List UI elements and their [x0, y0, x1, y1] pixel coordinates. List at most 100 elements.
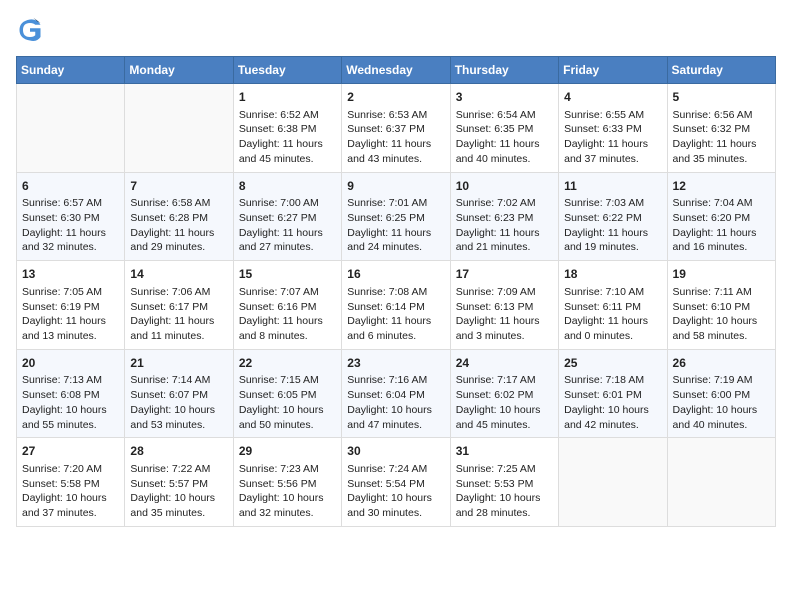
calendar-cell: 2Sunrise: 6:53 AMSunset: 6:37 PMDaylight…	[342, 84, 450, 173]
day-info: Sunset: 6:20 PM	[673, 211, 770, 226]
day-info: Daylight: 11 hours and 0 minutes.	[564, 314, 661, 343]
day-info: Sunrise: 6:53 AM	[347, 108, 444, 123]
calendar-cell: 15Sunrise: 7:07 AMSunset: 6:16 PMDayligh…	[233, 261, 341, 350]
day-info: Daylight: 10 hours and 42 minutes.	[564, 403, 661, 432]
calendar-cell: 9Sunrise: 7:01 AMSunset: 6:25 PMDaylight…	[342, 172, 450, 261]
day-info: Daylight: 10 hours and 47 minutes.	[347, 403, 444, 432]
day-info: Sunrise: 7:00 AM	[239, 196, 336, 211]
day-info: Daylight: 10 hours and 55 minutes.	[22, 403, 119, 432]
day-info: Sunset: 6:08 PM	[22, 388, 119, 403]
day-info: Sunset: 5:54 PM	[347, 477, 444, 492]
page-header	[16, 16, 776, 44]
day-number: 30	[347, 443, 444, 460]
day-info: Sunset: 6:11 PM	[564, 300, 661, 315]
day-number: 1	[239, 89, 336, 106]
day-number: 22	[239, 355, 336, 372]
day-info: Sunset: 6:19 PM	[22, 300, 119, 315]
day-info: Daylight: 11 hours and 27 minutes.	[239, 226, 336, 255]
day-info: Sunrise: 7:06 AM	[130, 285, 227, 300]
calendar-header: SundayMondayTuesdayWednesdayThursdayFrid…	[17, 57, 776, 84]
day-number: 16	[347, 266, 444, 283]
day-info: Sunrise: 7:02 AM	[456, 196, 553, 211]
day-info: Sunrise: 7:16 AM	[347, 373, 444, 388]
logo-icon	[16, 16, 44, 44]
weekday-header-friday: Friday	[559, 57, 667, 84]
day-info: Sunrise: 6:57 AM	[22, 196, 119, 211]
day-info: Daylight: 11 hours and 35 minutes.	[673, 137, 770, 166]
day-info: Sunset: 5:58 PM	[22, 477, 119, 492]
day-info: Sunset: 6:38 PM	[239, 122, 336, 137]
day-number: 20	[22, 355, 119, 372]
day-info: Sunset: 6:13 PM	[456, 300, 553, 315]
day-info: Sunrise: 7:03 AM	[564, 196, 661, 211]
day-info: Sunrise: 7:14 AM	[130, 373, 227, 388]
day-number: 23	[347, 355, 444, 372]
day-number: 3	[456, 89, 553, 106]
day-info: Sunrise: 6:58 AM	[130, 196, 227, 211]
calendar-cell: 31Sunrise: 7:25 AMSunset: 5:53 PMDayligh…	[450, 438, 558, 527]
day-info: Daylight: 10 hours and 28 minutes.	[456, 491, 553, 520]
day-info: Sunrise: 7:04 AM	[673, 196, 770, 211]
day-info: Daylight: 10 hours and 58 minutes.	[673, 314, 770, 343]
day-info: Sunset: 6:37 PM	[347, 122, 444, 137]
day-info: Sunset: 6:01 PM	[564, 388, 661, 403]
calendar-cell: 28Sunrise: 7:22 AMSunset: 5:57 PMDayligh…	[125, 438, 233, 527]
day-info: Daylight: 11 hours and 3 minutes.	[456, 314, 553, 343]
calendar-cell	[125, 84, 233, 173]
day-info: Sunset: 6:27 PM	[239, 211, 336, 226]
day-info: Sunset: 6:30 PM	[22, 211, 119, 226]
day-number: 25	[564, 355, 661, 372]
calendar-cell: 8Sunrise: 7:00 AMSunset: 6:27 PMDaylight…	[233, 172, 341, 261]
weekday-header-monday: Monday	[125, 57, 233, 84]
day-info: Daylight: 10 hours and 50 minutes.	[239, 403, 336, 432]
calendar-cell: 14 Sunrise: 7:06 AMSunset: 6:17 PMDayligh…	[125, 261, 233, 350]
day-number: 14	[130, 266, 227, 283]
calendar-cell: 17Sunrise: 7:09 AMSunset: 6:13 PMDayligh…	[450, 261, 558, 350]
day-info: Sunrise: 7:08 AM	[347, 285, 444, 300]
calendar-cell	[559, 438, 667, 527]
day-number: 9	[347, 178, 444, 195]
day-info: Daylight: 11 hours and 16 minutes.	[673, 226, 770, 255]
calendar-cell	[17, 84, 125, 173]
day-info: Sunrise: 6:55 AM	[564, 108, 661, 123]
day-info: Daylight: 11 hours and 19 minutes.	[564, 226, 661, 255]
day-info: Sunset: 6:17 PM	[130, 300, 227, 315]
day-number: 11	[564, 178, 661, 195]
day-info: Daylight: 11 hours and 32 minutes.	[22, 226, 119, 255]
day-info: Daylight: 11 hours and 13 minutes.	[22, 314, 119, 343]
day-number: 21	[130, 355, 227, 372]
day-info: Sunrise: 7:25 AM	[456, 462, 553, 477]
day-info: Sunset: 6:07 PM	[130, 388, 227, 403]
day-info: Daylight: 10 hours and 40 minutes.	[673, 403, 770, 432]
day-info: Daylight: 11 hours and 29 minutes.	[130, 226, 227, 255]
day-number: 4	[564, 89, 661, 106]
day-info: Sunrise: 7:15 AM	[239, 373, 336, 388]
calendar-cell: 23Sunrise: 7:16 AMSunset: 6:04 PMDayligh…	[342, 349, 450, 438]
day-number: 6	[22, 178, 119, 195]
calendar-cell: 22Sunrise: 7:15 AMSunset: 6:05 PMDayligh…	[233, 349, 341, 438]
calendar-cell: 4Sunrise: 6:55 AMSunset: 6:33 PMDaylight…	[559, 84, 667, 173]
day-info: Sunset: 6:33 PM	[564, 122, 661, 137]
calendar-cell: 12Sunrise: 7:04 AMSunset: 6:20 PMDayligh…	[667, 172, 775, 261]
calendar-cell: 30 Sunrise: 7:24 AMSunset: 5:54 PMDayligh…	[342, 438, 450, 527]
day-info: Sunrise: 7:07 AM	[239, 285, 336, 300]
day-info: Sunrise: 7:22 AM	[130, 462, 227, 477]
day-info: Daylight: 10 hours and 30 minutes.	[347, 491, 444, 520]
day-info: Sunrise: 7:17 AM	[456, 373, 553, 388]
calendar-cell: 26Sunrise: 7:19 AMSunset: 6:00 PMDayligh…	[667, 349, 775, 438]
calendar-cell: 21Sunrise: 7:14 AMSunset: 6:07 PMDayligh…	[125, 349, 233, 438]
day-info: Daylight: 11 hours and 11 minutes.	[130, 314, 227, 343]
day-number: 5	[673, 89, 770, 106]
calendar-week-1: 1Sunrise: 6:52 AMSunset: 6:38 PMDaylight…	[17, 84, 776, 173]
day-info: Sunrise: 6:56 AM	[673, 108, 770, 123]
day-number: 15	[239, 266, 336, 283]
day-info: Sunset: 6:28 PM	[130, 211, 227, 226]
day-info: Sunrise: 7:24 AM	[347, 462, 444, 477]
day-number: 17	[456, 266, 553, 283]
day-info: Daylight: 10 hours and 35 minutes.	[130, 491, 227, 520]
day-info: Sunrise: 6:54 AM	[456, 108, 553, 123]
day-info: Sunrise: 7:05 AM	[22, 285, 119, 300]
day-number: 29	[239, 443, 336, 460]
calendar-cell	[667, 438, 775, 527]
day-info: Sunrise: 7:18 AM	[564, 373, 661, 388]
